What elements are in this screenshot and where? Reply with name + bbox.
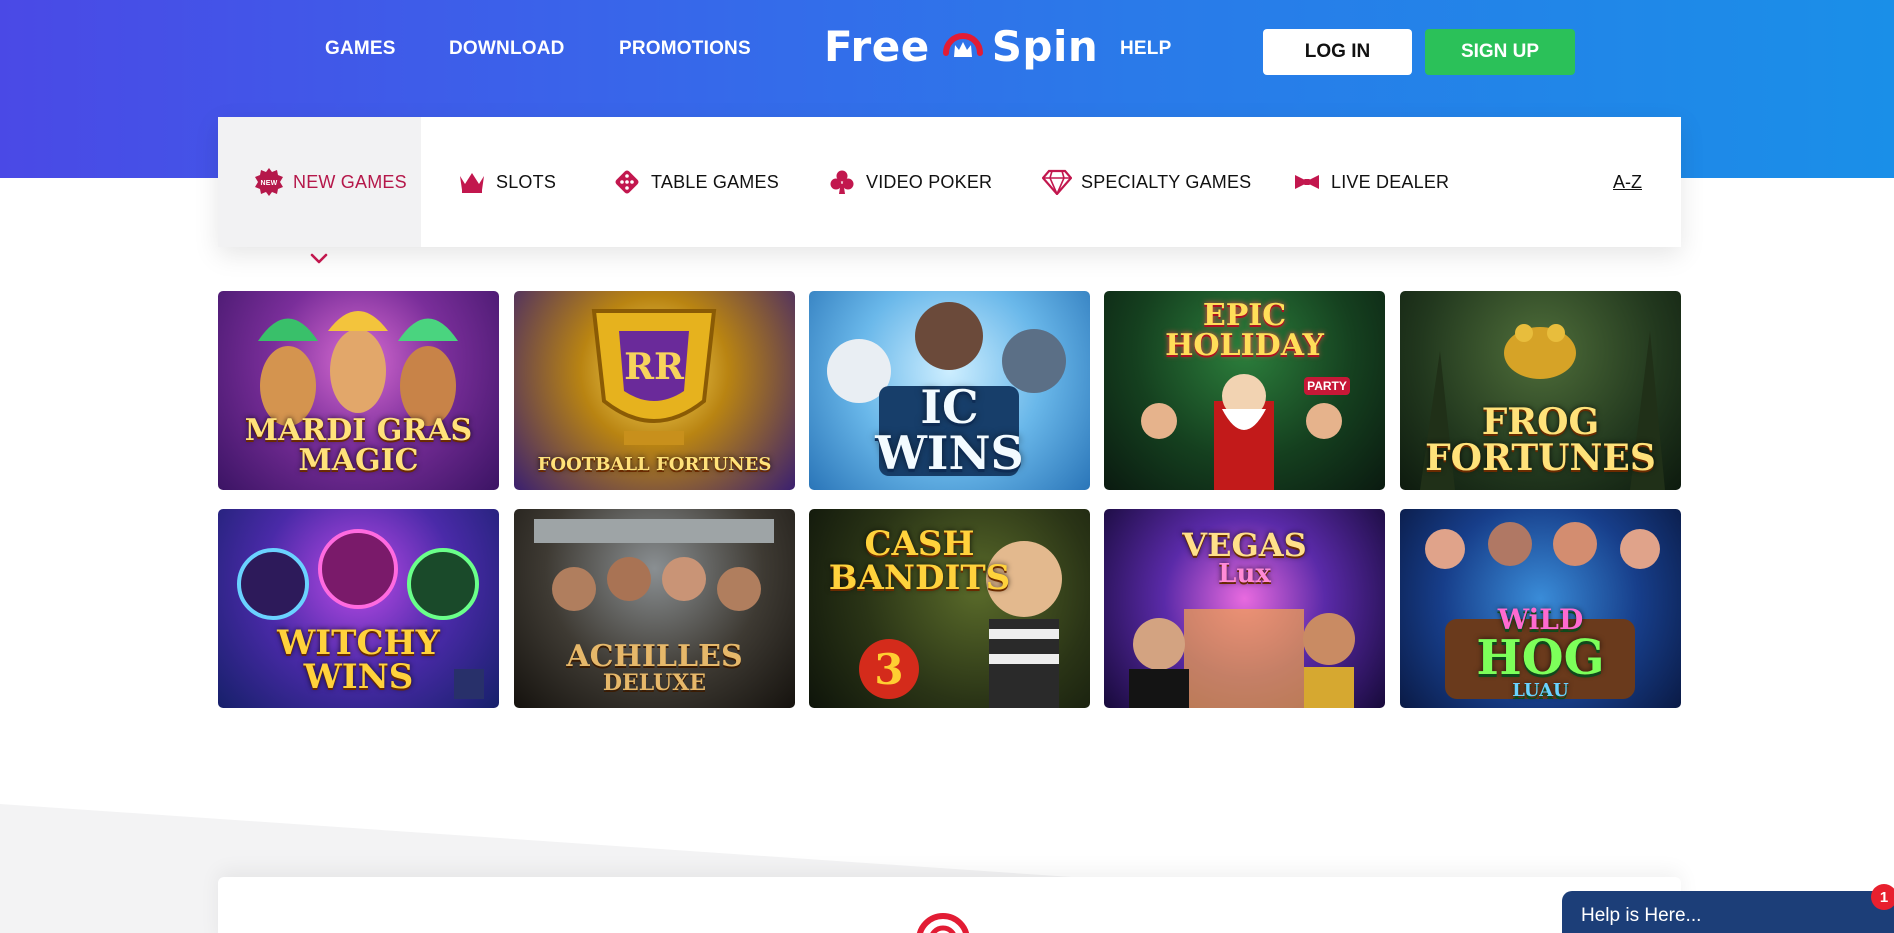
game-title: MARDI GRAS MAGIC <box>218 416 499 476</box>
game-title-line1: FOOTBALL FORTUNES <box>537 454 772 475</box>
game-title-line1: FROG <box>1481 401 1600 443</box>
tab-slots[interactable]: SLOTS <box>457 117 556 247</box>
game-title: VEGAS Lux <box>1104 529 1385 587</box>
game-title: WiLD HOG LUAU <box>1400 606 1681 700</box>
game-title-line2: FORTUNES <box>1425 437 1656 479</box>
tab-label: LIVE DEALER <box>1331 171 1450 192</box>
top-navigation: GAMES DOWNLOAD PROMOTIONS Free Spin HELP… <box>0 0 1894 104</box>
game-number: 3 <box>874 645 903 694</box>
help-chat-label: Help is Here... <box>1581 905 1702 926</box>
tab-specialty-games[interactable]: SPECIALTY GAMES <box>1042 117 1251 247</box>
game-title: FROG FORTUNES <box>1400 404 1681 476</box>
tab-label: SPECIALTY GAMES <box>1081 171 1252 192</box>
tab-label: NEW GAMES <box>293 171 407 192</box>
tab-label: SLOTS <box>496 171 557 192</box>
game-title-line1: MARDI GRAS <box>244 413 473 448</box>
game-title: FOOTBALL FORTUNES <box>514 456 795 474</box>
game-tile-cash-bandits-3[interactable]: 3 CASH BANDITS <box>809 509 1090 708</box>
logo-crown-icon <box>940 23 986 69</box>
game-title: WITCHY WINS <box>218 626 499 694</box>
crown-icon <box>457 167 487 197</box>
az-link[interactable]: A-Z <box>1613 172 1642 193</box>
nav-help[interactable]: HELP <box>1120 38 1171 60</box>
tab-video-poker[interactable]: VIDEO POKER <box>827 117 992 247</box>
dice-icon <box>612 167 642 197</box>
game-title-line1: CASH <box>864 524 975 564</box>
game-tile-epic-holiday[interactable]: PARTY EPIC HOLIDAY <box>1104 291 1385 490</box>
svg-text:RR: RR <box>624 346 685 388</box>
game-title-line2: HOG <box>1476 630 1605 686</box>
help-chat-widget[interactable]: Help is Here... <box>1562 891 1894 933</box>
club-icon <box>827 167 857 197</box>
game-title-line2: WINS <box>303 657 414 697</box>
game-title-line1: VEGAS <box>1182 526 1307 564</box>
game-title-line2: BANDITS <box>828 558 1011 598</box>
game-title: ACHILLES DELUXE <box>514 639 795 696</box>
logo-text-spin: Spin <box>991 21 1099 71</box>
game-title-line1: IC <box>920 380 979 434</box>
help-notification-badge: 1 <box>1871 884 1894 910</box>
game-title-line2: HOLIDAY <box>1165 328 1324 363</box>
tab-new-games[interactable]: NEW NEW GAMES <box>254 117 407 247</box>
game-title-sub: LUAU <box>1512 680 1569 701</box>
game-title-line2: WINS <box>875 426 1024 480</box>
game-title: CASH BANDITS <box>809 527 1090 595</box>
signup-button[interactable]: SIGN UP <box>1425 29 1575 75</box>
login-button[interactable]: LOG IN <box>1263 29 1412 75</box>
game-tile-football-fortunes[interactable]: RR FOOTBALL FORTUNES <box>514 291 795 490</box>
game-title-line1: EPIC <box>1202 298 1287 333</box>
game-tile-witchy-wins[interactable]: WITCHY WINS <box>218 509 499 708</box>
game-tile-ic-wins[interactable]: IC WINS <box>809 291 1090 490</box>
game-title-line2: MAGIC <box>298 443 419 478</box>
new-badge-icon: NEW <box>254 167 284 197</box>
game-title: EPIC HOLIDAY <box>1104 301 1385 361</box>
tab-label: TABLE GAMES <box>651 171 779 192</box>
page: GAMES DOWNLOAD PROMOTIONS Free Spin HELP… <box>0 0 1894 933</box>
game-title: IC WINS <box>809 384 1090 476</box>
game-tile-wild-hog-luau[interactable]: WiLD HOG LUAU <box>1400 509 1681 708</box>
tab-label: VIDEO POKER <box>866 171 993 192</box>
footer-logo-icon <box>917 913 969 933</box>
game-tile-achilles-deluxe[interactable]: ACHILLES DELUXE <box>514 509 795 708</box>
logo-text-free: Free <box>824 21 930 71</box>
game-tile-vegas-lux[interactable]: VEGAS Lux <box>1104 509 1385 708</box>
tab-table-games[interactable]: TABLE GAMES <box>612 117 779 247</box>
game-title-line2: DELUXE <box>602 670 707 696</box>
game-tile-mardi-gras-magic[interactable]: MARDI GRAS MAGIC <box>218 291 499 490</box>
game-title-line1: WITCHY <box>277 623 440 663</box>
new-badge-text: NEW <box>261 180 278 187</box>
nav-games[interactable]: GAMES <box>325 38 396 60</box>
game-title-line2: Lux <box>1218 559 1271 589</box>
chevron-down-icon[interactable] <box>309 252 329 266</box>
category-bar: NEW NEW GAMES SLOTS TABLE GAMES VIDEO PO… <box>218 117 1681 247</box>
nav-promotions[interactable]: PROMOTIONS <box>619 38 751 60</box>
game-title-line1: ACHILLES <box>566 639 743 674</box>
game-tile-frog-fortunes[interactable]: FROG FORTUNES <box>1400 291 1681 490</box>
freespin-logo[interactable]: Free Spin <box>824 18 1098 74</box>
party-badge: PARTY <box>1307 379 1347 393</box>
diamond-icon <box>1042 167 1072 197</box>
nav-download[interactable]: DOWNLOAD <box>449 38 565 60</box>
tab-live-dealer[interactable]: LIVE DEALER <box>1292 117 1449 247</box>
bowtie-icon <box>1292 167 1322 197</box>
